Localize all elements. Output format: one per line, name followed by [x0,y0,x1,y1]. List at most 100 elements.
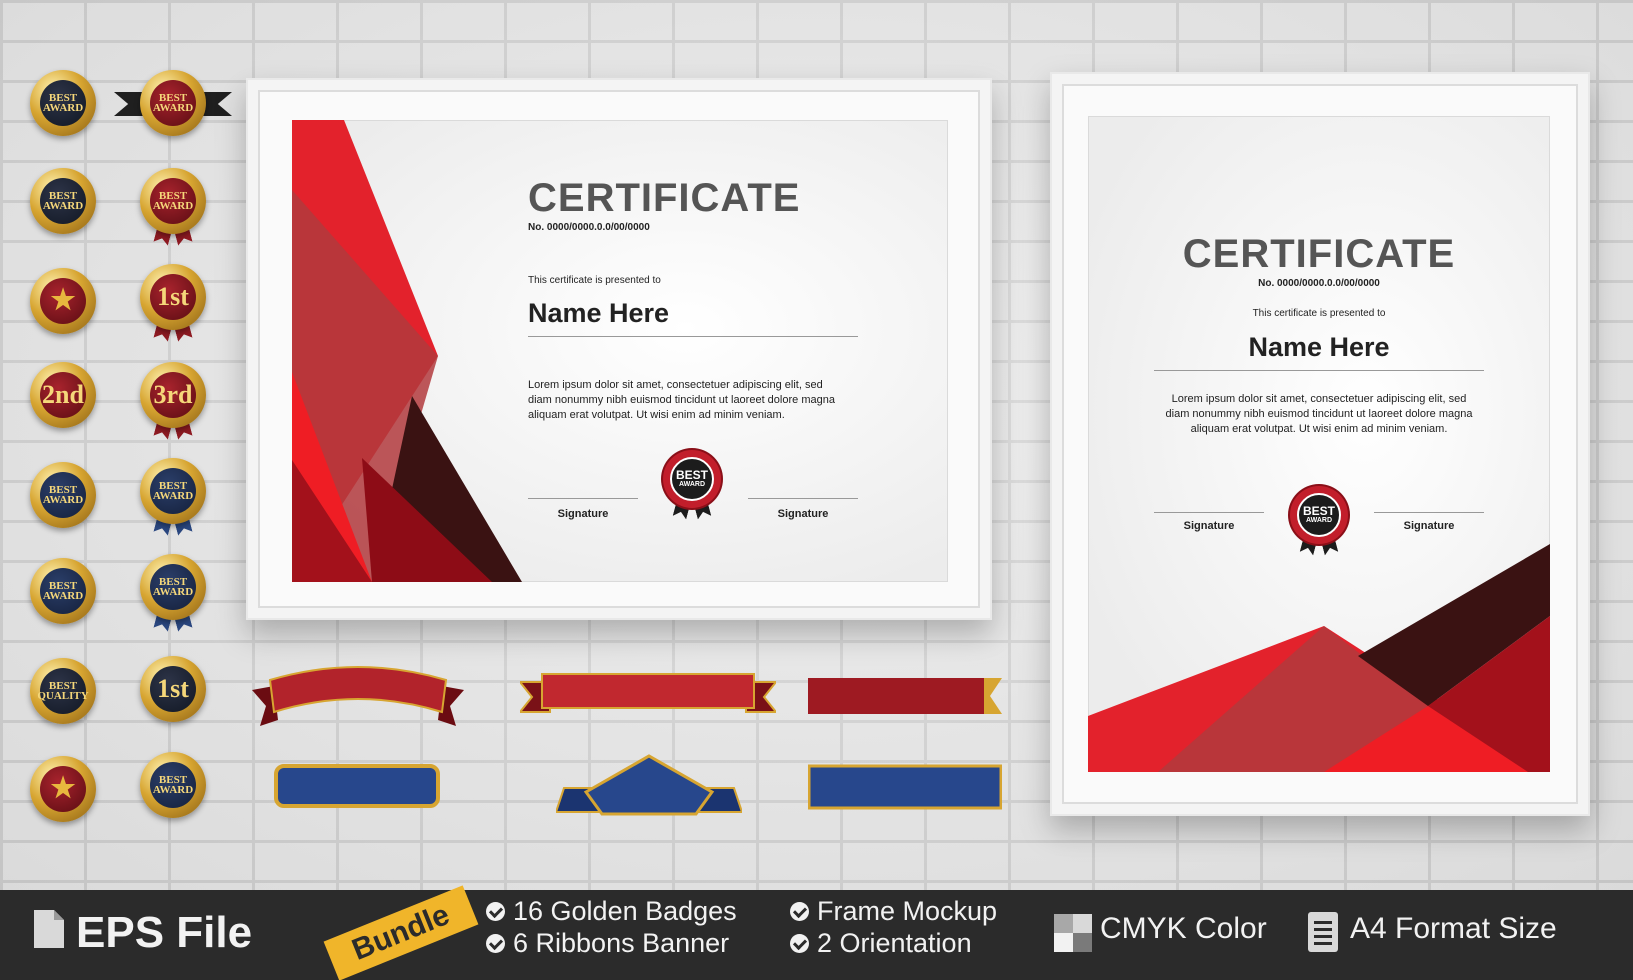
red-straight-ribbon-banner [520,673,776,713]
file-icon [34,910,64,948]
badge-text: AWARD [152,102,194,114]
star-icon: ★ [50,285,76,316]
a4-format-label: A4 Format Size [1350,912,1557,945]
badge-center: 3rd [150,372,196,418]
award-badge: BEST AWARD [140,168,206,234]
landscape-signature-line-left [528,498,638,499]
award-badge: BEST QUALITY [30,658,96,724]
feature-text: 2 Orientation [817,928,972,958]
red-curved-ribbon-banner [252,666,464,726]
footer-bar: EPS File Bundle 16 Golden Badges 6 Ribbo… [0,885,1633,980]
red-flag-ribbon-banner [808,678,1002,714]
seal-text-top: BEST [1302,503,1335,518]
portrait-award-seal: BEST AWARD [1290,486,1348,556]
cmyk-icon [1054,914,1092,952]
badge-center: ★ [40,278,86,324]
badge-center: BEST AWARD [150,178,196,224]
check-icon [486,902,505,921]
feature-orientation: 2 Orientation [790,928,972,959]
badge-text: AWARD [42,590,84,602]
seal-inner: BEST AWARD [670,457,714,501]
seal-text-top: BEST [675,467,708,482]
landscape-body-line-2: diam nonummy nibh euismod tincidunt ut l… [528,394,835,406]
badge-text: AWARD [42,200,84,212]
portrait-red-shapes [1088,544,1550,772]
portrait-body-line-2: diam nonummy nibh euismod tincidunt ut l… [1165,408,1473,420]
portrait-signature-left: Signature [1183,520,1235,532]
landscape-title: CERTIFICATE [528,176,801,220]
badge-text: AWARD [152,586,194,598]
badge-center: BEST AWARD [150,762,196,808]
seal-text-bottom: AWARD [1305,516,1333,524]
badge-text: 3rd [153,380,193,409]
award-badge: BEST AWARD [140,554,206,620]
badge-center: BEST AWARD [40,472,86,518]
portrait-number: No. 0000/0000.0.0/00/0000 [1258,278,1380,289]
award-badge: ★ [30,268,96,334]
document-icon [1308,912,1338,952]
award-badge: 3rd [140,362,206,428]
feature-text: 6 Ribbons Banner [513,928,730,958]
badge-text: AWARD [152,784,194,796]
badge-text: AWARD [42,102,84,114]
landscape-signature-line-right [748,498,858,499]
portrait-signature-line-right [1374,512,1484,513]
portrait-body-text: Lorem ipsum dolor sit amet, consectetuer… [1088,392,1550,437]
badge-center: BEST AWARD [40,568,86,614]
badge-text: 2nd [42,380,84,409]
landscape-presented-text: This certificate is presented to [528,275,661,286]
check-icon [790,902,809,921]
award-badge: BEST AWARD [140,458,206,524]
feature-text: Frame Mockup [817,896,998,926]
star-icon: ★ [50,773,76,804]
award-badge: BEST AWARD [30,462,96,528]
award-badge: BEST AWARD [30,70,96,136]
portrait-name-line [1154,370,1484,371]
blue-bar-ribbon-banner [808,764,1002,810]
badge-text: AWARD [152,200,194,212]
badge-text: AWARD [152,490,194,502]
portrait-title: CERTIFICATE [1182,232,1456,276]
portrait-body-line-1: Lorem ipsum dolor sit amet, consectetuer… [1171,393,1467,405]
portrait-certificate: CERTIFICATE No. 0000/0000.0.0/00/0000 Th… [1088,116,1550,772]
landscape-body-line-3: aliquam erat volutpat. Ut wisi enim ad m… [528,409,785,421]
portrait-signature-right: Signature [1403,520,1455,532]
portrait-recipient-name: Name Here [1248,332,1390,362]
award-badge: BEST AWARD [30,558,96,624]
blue-crest-ribbon-banner [556,754,742,816]
feature-ribbons-banner: 6 Ribbons Banner [486,928,729,959]
feature-frame-mockup: Frame Mockup [790,896,997,927]
cmyk-color-label: CMYK Color [1100,912,1267,945]
portrait-body-line-3: aliquam erat volutpat. Ut wisi enim ad m… [1190,423,1448,435]
landscape-certificate: CERTIFICATE No. 0000/0000.0.0/00/0000 Th… [292,120,948,582]
seal-text-bottom: AWARD [678,480,706,488]
award-badge: BEST AWARD [140,752,206,818]
badge-center: BEST AWARD [150,564,196,610]
award-badge: 1st [140,264,206,330]
check-icon [486,934,505,953]
landscape-award-seal: BEST AWARD [663,450,721,520]
seal-inner: BEST AWARD [1297,493,1341,537]
award-badge: BEST AWARD [114,70,232,136]
award-badge: ★ [30,756,96,822]
bundle-label: Bundle [347,898,455,967]
award-badge: BEST AWARD [30,168,96,234]
badge-text: QUALITY [37,690,89,702]
badge-center: 1st [150,274,196,320]
badge-center: BEST QUALITY [37,668,89,714]
landscape-recipient-name: Name Here [528,298,670,328]
badge-text: 1st [157,282,189,311]
badge-center: BEST AWARD [40,80,86,126]
bundle-tag: Bundle [323,885,479,980]
award-badge: 1st [140,656,206,722]
feature-text: 16 Golden Badges [513,896,737,926]
landscape-signature-left: Signature [557,508,609,520]
landscape-body-line-1: Lorem ipsum dolor sit amet, consectetuer… [528,379,823,391]
badge-center: 2nd [40,372,86,418]
badge-text: 1st [157,674,189,703]
landscape-body-text: Lorem ipsum dolor sit amet, consectetuer… [528,378,835,423]
badge-center: BEST AWARD [150,468,196,514]
landscape-number: No. 0000/0000.0.0/00/0000 [528,222,650,233]
badge-center: ★ [40,766,86,812]
badge-text: AWARD [42,494,84,506]
